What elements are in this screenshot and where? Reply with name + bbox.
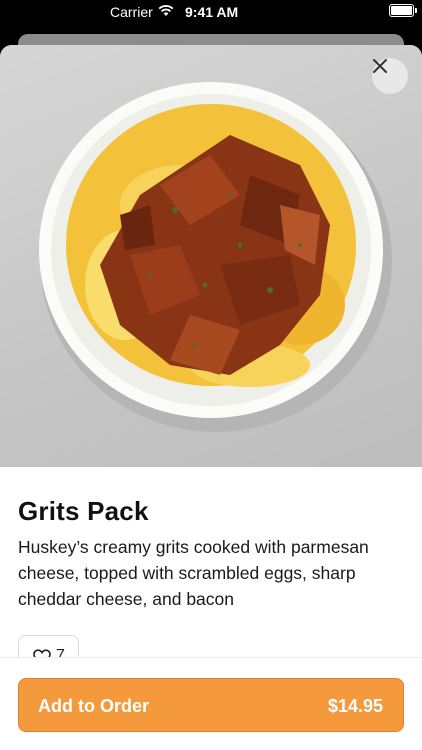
close-button[interactable] xyxy=(372,58,408,94)
item-detail-sheet: Grits Pack Huskey’s creamy grits cooked … xyxy=(0,45,422,750)
item-title: Grits Pack xyxy=(18,496,149,526)
item-price: $14.95 xyxy=(327,696,383,716)
grits-bowl-illustration xyxy=(39,82,392,432)
status-bar: Carrier 9:41 AM xyxy=(0,0,422,26)
add-to-order-label: Add to Order xyxy=(38,696,149,716)
food-photo xyxy=(0,45,422,467)
add-to-order-button[interactable]: Add to Order $14.95 xyxy=(18,678,404,732)
battery-icon xyxy=(389,4,417,17)
clock-time: 9:41 AM xyxy=(185,4,239,20)
carrier-label: Carrier xyxy=(110,4,153,20)
wifi-icon xyxy=(158,5,174,16)
bottom-action-bar: Add to Order $14.95 xyxy=(0,657,422,750)
close-icon xyxy=(373,59,387,73)
item-description: Huskey’s creamy grits cooked with parmes… xyxy=(18,537,369,609)
